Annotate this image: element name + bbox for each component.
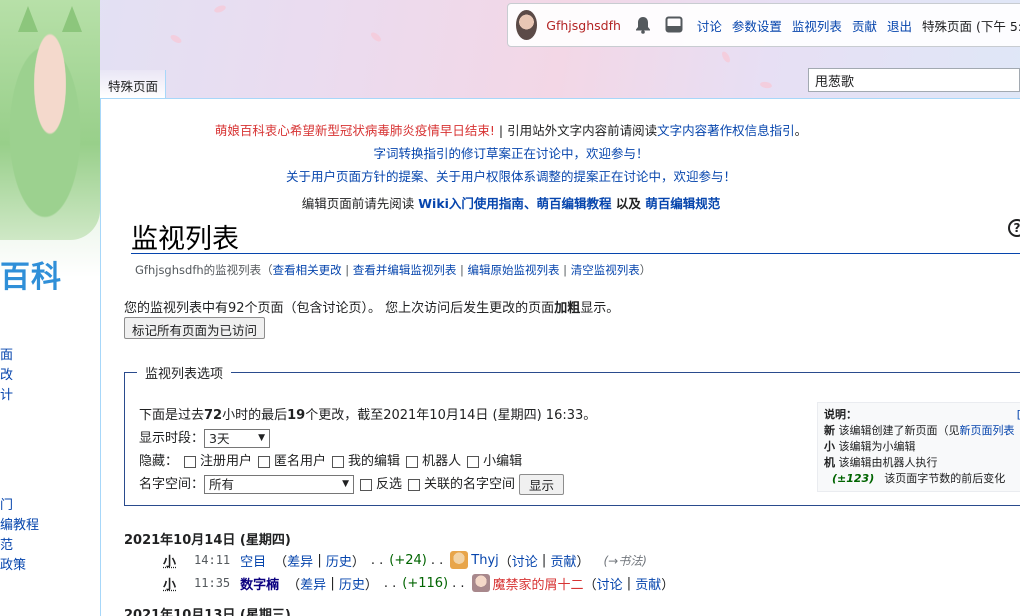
user-avatar-icon [450,551,469,569]
personal-toolbar: Gfhjsghsdfh 讨论 参数设置 监视列表 贡献 退出 特殊页面 (下午 … [507,3,1020,47]
permission-proposal-link[interactable]: 关于用户权限体系调整的提案 [436,169,599,184]
options-legend: 监视列表选项 [145,367,224,382]
sidebar-item[interactable]: 门 [0,496,39,516]
watchlist-count: 您的监视列表中有92个页面（包含讨论页）。 您上次访问后发生更改的页面加粗显示。 [124,301,620,316]
wiki-guide-link[interactable]: Wiki入门使用指南 [418,196,524,211]
contributions-link[interactable]: 贡献 [852,16,877,35]
size-change: (+116) [402,575,449,591]
associated-checkbox[interactable] [408,478,421,491]
sidebar-item [0,406,39,426]
sidebar-item[interactable]: 计 [0,386,39,406]
current-page-label: 特殊页面 [921,18,972,34]
hide-label: 隐藏： [139,454,179,469]
invert-checkbox[interactable] [360,478,373,491]
hide-minor-checkbox[interactable] [467,455,480,468]
conversion-draft-link[interactable]: 字词转换指引的修订草案 [373,146,511,161]
clock-text: (下午 5: [975,18,1020,34]
period-label: 显示时段： [139,431,205,446]
raw-watchlist-link[interactable]: 编辑原始监视列表 [468,263,560,277]
change-time: 11:35 [194,576,231,590]
search-input[interactable] [808,68,1020,92]
sidebar: 百科 面 改 计 门 编教程 范 政策 [0,0,100,616]
sidebar-item[interactable]: 政策 [0,556,39,576]
options-summary: 下面是过去 72 小时的最后 19 个更改，截至2021年10月14日 (星期四) 16… [139,408,597,423]
change-time: 14:11 [194,553,231,567]
day-heading: 2021年10月14日 (星期四) [124,533,291,548]
username-link[interactable]: Gfhjsghsdfh [546,18,621,33]
legend-box: 说明：[折 新 该编辑创建了新页面（见新页面列表 小 该编辑为小编辑 机 该编辑… [817,402,1020,492]
tab-special-page[interactable]: 特殊页面 [100,70,166,98]
sidebar-item[interactable]: 面 [0,346,39,366]
size-change: (+24) [389,552,427,568]
copyright-guide-link[interactable]: 文字内容著作权信息指引 [657,123,795,138]
new-pages-link[interactable]: 新页面列表 [960,424,1015,437]
user-talk-link[interactable]: 讨论 [512,551,538,570]
hide-mine-checkbox[interactable] [332,455,345,468]
page-link[interactable]: 数字楠 [240,574,279,593]
minor-flag: 小 [163,577,177,593]
diff-link[interactable]: 差异 [300,574,326,593]
edit-summary: (→书法) [603,553,647,568]
show-button[interactable]: 显示 [519,474,565,495]
logout-link[interactable]: 退出 [887,16,912,35]
main-content: 萌娘百科衷心希望新型冠状病毒肺炎疫情早日结束! | 引用站外文字内容前请阅读文字… [100,98,1020,616]
watchlist-link[interactable]: 监视列表 [792,16,842,35]
user-avatar[interactable] [516,10,538,40]
namespace-select[interactable]: 所有 ▼ [204,475,355,494]
user-link[interactable]: 魔禁家的屑十二 [493,574,584,593]
chevron-down-icon: ▼ [342,479,350,489]
hide-registered-checkbox[interactable] [184,455,197,468]
period-select[interactable]: 3天 ▼ [204,429,271,448]
mark-all-visited-button[interactable]: 标记所有页面为已访问 [124,317,266,339]
site-notice: 萌娘百科衷心希望新型冠状病毒肺炎疫情早日结束! | 引用站外文字内容前请阅读文字… [214,123,808,211]
edit-rules-link[interactable]: 萌百编辑规范 [645,196,720,211]
sidebar-item[interactable]: 改 [0,366,39,386]
user-talk-link[interactable]: 讨论 [597,574,623,593]
chevron-down-icon: ▼ [258,433,266,443]
edit-tutorial-link[interactable]: 萌百编辑教程 [536,196,611,211]
sidebar-item[interactable]: 范 [0,536,39,556]
namespace-label: 名字空间： [139,477,205,492]
site-logo[interactable]: 百科 [0,252,62,296]
sidebar-nav: 面 改 计 门 编教程 范 政策 [0,346,39,576]
page-title: 监视列表 [131,217,1020,255]
history-link[interactable]: 历史 [326,551,352,570]
diff-link[interactable]: 差异 [287,551,313,570]
hide-bots-checkbox[interactable] [406,455,419,468]
page-link[interactable]: 空目 [240,551,266,570]
sidebar-item[interactable]: 编教程 [0,516,39,536]
watchlist-subtitle: Gfhjsghsdfh的监视列表（查看相关更改 | 查看并编辑监视列表 | 编辑… [135,263,652,277]
notice-covid: 萌娘百科衷心希望新型冠状病毒肺炎疫情早日结束! [214,123,495,138]
watchlist-options: 监视列表选项 下面是过去 72 小时的最后 19 个更改，截至2021年10月14日 (… [124,363,1020,506]
talk-link[interactable]: 讨论 [697,16,722,35]
bell-icon[interactable] [635,15,651,35]
user-link[interactable]: Thyj [471,553,499,568]
user-contribs-link[interactable]: 贡献 [550,551,576,570]
day-heading: 2021年10月13日 (星期三) [124,608,291,616]
userpage-proposal-link[interactable]: 关于用户页面方针的提案 [286,169,424,184]
history-link[interactable]: 历史 [339,574,365,593]
preferences-link[interactable]: 参数设置 [732,16,782,35]
user-contribs-link[interactable]: 贡献 [635,574,661,593]
hide-anon-checkbox[interactable] [258,455,271,468]
inbox-icon[interactable] [665,15,683,35]
mascot-image [0,0,100,240]
user-avatar-icon [471,574,490,592]
related-changes-link[interactable]: 查看相关更改 [273,263,342,277]
edit-watchlist-link[interactable]: 查看并编辑监视列表 [353,263,457,277]
minor-flag: 小 [163,554,177,570]
change-row: 小 14:11 空目 （差异 | 历史） . . (+24) . . Thyj … [163,551,647,570]
clear-watchlist-link[interactable]: 清空监视列表 [571,263,640,277]
change-row: 小 11:35 数字楠 （差异 | 历史） . . (+116) . . 魔禁家… [163,574,675,593]
sidebar-item [0,426,39,446]
